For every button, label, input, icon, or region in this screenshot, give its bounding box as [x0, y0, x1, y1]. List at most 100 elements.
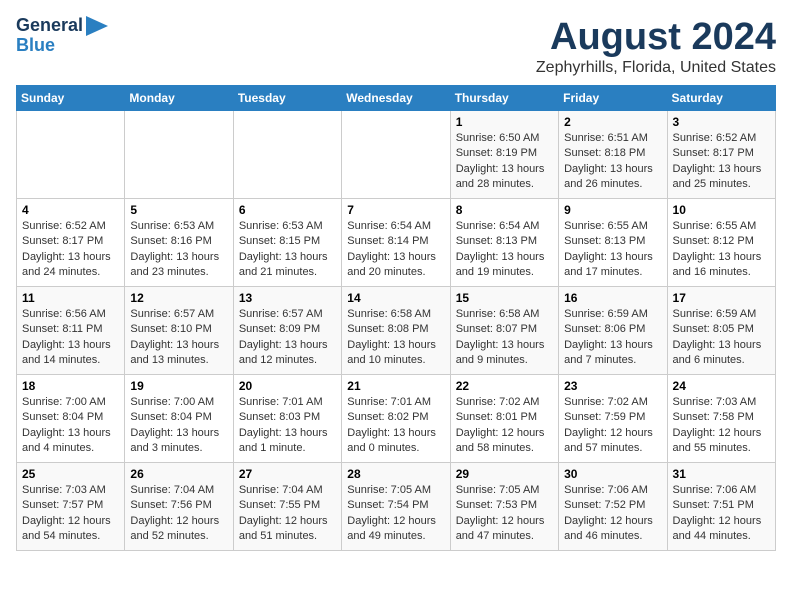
calendar-week-row: 11Sunrise: 6:56 AM Sunset: 8:11 PM Dayli…: [17, 287, 776, 375]
logo-text-block: General Blue: [16, 16, 108, 56]
calendar-cell: 11Sunrise: 6:56 AM Sunset: 8:11 PM Dayli…: [17, 287, 125, 375]
day-number: 24: [673, 379, 770, 393]
calendar-cell: [342, 111, 450, 199]
day-info: Sunrise: 7:04 AM Sunset: 7:56 PM Dayligh…: [130, 483, 227, 545]
day-number: 18: [22, 379, 119, 393]
day-info: Sunrise: 7:06 AM Sunset: 7:51 PM Dayligh…: [673, 483, 770, 545]
day-info: Sunrise: 6:52 AM Sunset: 8:17 PM Dayligh…: [22, 219, 119, 281]
day-number: 14: [347, 291, 444, 305]
calendar-cell: 1Sunrise: 6:50 AM Sunset: 8:19 PM Daylig…: [450, 111, 558, 199]
calendar-cell: 24 Sunrise: 7:03 AM Sunset: 7:58 PM Dayli…: [667, 375, 775, 463]
col-header-tuesday: Tuesday: [233, 86, 341, 111]
day-number: 15: [456, 291, 553, 305]
calendar-header-row: SundayMondayTuesdayWednesdayThursdayFrid…: [17, 86, 776, 111]
calendar-cell: 21 Sunrise: 7:01 AM Sunset: 8:02 PM Dayli…: [342, 375, 450, 463]
calendar-cell: 5 Sunrise: 6:53 AM Sunset: 8:16 PM Daylig…: [125, 199, 233, 287]
day-number: 6: [239, 203, 336, 217]
day-info: Sunrise: 7:05 AM Sunset: 7:53 PM Dayligh…: [456, 483, 553, 545]
day-number: 9: [564, 203, 661, 217]
calendar-cell: 14 Sunrise: 6:58 AM Sunset: 8:08 PM Dayli…: [342, 287, 450, 375]
calendar-cell: [17, 111, 125, 199]
page-title: August 2024: [536, 16, 776, 59]
day-info: Sunrise: 6:53 AM Sunset: 8:16 PM Dayligh…: [130, 219, 227, 281]
calendar-cell: 9 Sunrise: 6:55 AM Sunset: 8:13 PM Daylig…: [559, 199, 667, 287]
calendar-cell: 2 Sunrise: 6:51 AM Sunset: 8:18 PM Daylig…: [559, 111, 667, 199]
day-number: 20: [239, 379, 336, 393]
day-number: 13: [239, 291, 336, 305]
day-number: 2: [564, 115, 661, 129]
day-info: Sunrise: 7:05 AM Sunset: 7:54 PM Dayligh…: [347, 483, 444, 545]
calendar-cell: 18 Sunrise: 7:00 AM Sunset: 8:04 PM Dayli…: [17, 375, 125, 463]
day-info: Sunrise: 6:55 AM Sunset: 8:13 PM Dayligh…: [564, 219, 661, 281]
calendar-cell: 8Sunrise: 6:54 AM Sunset: 8:13 PM Daylig…: [450, 199, 558, 287]
calendar-cell: 25Sunrise: 7:03 AM Sunset: 7:57 PM Dayli…: [17, 463, 125, 551]
day-info: Sunrise: 6:58 AM Sunset: 8:07 PM Dayligh…: [456, 307, 553, 369]
day-info: Sunrise: 6:55 AM Sunset: 8:12 PM Dayligh…: [673, 219, 770, 281]
title-block: August 2024 Zephyrhills, Florida, United…: [536, 16, 776, 77]
calendar-cell: 31 Sunrise: 7:06 AM Sunset: 7:51 PM Dayli…: [667, 463, 775, 551]
day-info: Sunrise: 7:04 AM Sunset: 7:55 PM Dayligh…: [239, 483, 336, 545]
day-number: 16: [564, 291, 661, 305]
day-number: 21: [347, 379, 444, 393]
calendar-week-row: 18 Sunrise: 7:00 AM Sunset: 8:04 PM Dayli…: [17, 375, 776, 463]
day-number: 29: [456, 467, 553, 481]
day-number: 26: [130, 467, 227, 481]
day-number: 19: [130, 379, 227, 393]
calendar-table: SundayMondayTuesdayWednesdayThursdayFrid…: [16, 85, 776, 551]
calendar-cell: [233, 111, 341, 199]
page-subtitle: Zephyrhills, Florida, United States: [536, 59, 776, 77]
calendar-week-row: 1Sunrise: 6:50 AM Sunset: 8:19 PM Daylig…: [17, 111, 776, 199]
day-info: Sunrise: 6:54 AM Sunset: 8:14 PM Dayligh…: [347, 219, 444, 281]
day-info: Sunrise: 6:58 AM Sunset: 8:08 PM Dayligh…: [347, 307, 444, 369]
day-info: Sunrise: 6:50 AM Sunset: 8:19 PM Dayligh…: [456, 131, 553, 193]
day-number: 30: [564, 467, 661, 481]
col-header-friday: Friday: [559, 86, 667, 111]
calendar-cell: [125, 111, 233, 199]
day-info: Sunrise: 6:59 AM Sunset: 8:06 PM Dayligh…: [564, 307, 661, 369]
col-header-thursday: Thursday: [450, 86, 558, 111]
day-info: Sunrise: 7:02 AM Sunset: 7:59 PM Dayligh…: [564, 395, 661, 457]
calendar-week-row: 25Sunrise: 7:03 AM Sunset: 7:57 PM Dayli…: [17, 463, 776, 551]
day-number: 11: [22, 291, 119, 305]
day-info: Sunrise: 7:01 AM Sunset: 8:02 PM Dayligh…: [347, 395, 444, 457]
logo: General Blue: [16, 16, 108, 56]
calendar-cell: 12Sunrise: 6:57 AM Sunset: 8:10 PM Dayli…: [125, 287, 233, 375]
day-number: 27: [239, 467, 336, 481]
day-number: 10: [673, 203, 770, 217]
day-info: Sunrise: 6:57 AM Sunset: 8:09 PM Dayligh…: [239, 307, 336, 369]
day-info: Sunrise: 7:01 AM Sunset: 8:03 PM Dayligh…: [239, 395, 336, 457]
day-number: 7: [347, 203, 444, 217]
calendar-week-row: 4 Sunrise: 6:52 AM Sunset: 8:17 PM Daylig…: [17, 199, 776, 287]
calendar-cell: 15 Sunrise: 6:58 AM Sunset: 8:07 PM Dayli…: [450, 287, 558, 375]
calendar-cell: 10 Sunrise: 6:55 AM Sunset: 8:12 PM Dayli…: [667, 199, 775, 287]
col-header-monday: Monday: [125, 86, 233, 111]
day-number: 5: [130, 203, 227, 217]
day-info: Sunrise: 7:03 AM Sunset: 7:58 PM Dayligh…: [673, 395, 770, 457]
calendar-cell: 22Sunrise: 7:02 AM Sunset: 8:01 PM Dayli…: [450, 375, 558, 463]
calendar-cell: 23Sunrise: 7:02 AM Sunset: 7:59 PM Dayli…: [559, 375, 667, 463]
day-info: Sunrise: 6:59 AM Sunset: 8:05 PM Dayligh…: [673, 307, 770, 369]
day-info: Sunrise: 7:02 AM Sunset: 8:01 PM Dayligh…: [456, 395, 553, 457]
day-info: Sunrise: 7:00 AM Sunset: 8:04 PM Dayligh…: [130, 395, 227, 457]
calendar-cell: 17 Sunrise: 6:59 AM Sunset: 8:05 PM Dayli…: [667, 287, 775, 375]
day-number: 4: [22, 203, 119, 217]
calendar-cell: 20 Sunrise: 7:01 AM Sunset: 8:03 PM Dayli…: [233, 375, 341, 463]
col-header-wednesday: Wednesday: [342, 86, 450, 111]
day-info: Sunrise: 6:57 AM Sunset: 8:10 PM Dayligh…: [130, 307, 227, 369]
day-info: Sunrise: 7:06 AM Sunset: 7:52 PM Dayligh…: [564, 483, 661, 545]
page-header: General Blue August 2024 Zephyrhills, Fl…: [16, 16, 776, 77]
calendar-cell: 4 Sunrise: 6:52 AM Sunset: 8:17 PM Daylig…: [17, 199, 125, 287]
day-number: 17: [673, 291, 770, 305]
day-info: Sunrise: 7:00 AM Sunset: 8:04 PM Dayligh…: [22, 395, 119, 457]
day-info: Sunrise: 6:54 AM Sunset: 8:13 PM Dayligh…: [456, 219, 553, 281]
calendar-body: 1Sunrise: 6:50 AM Sunset: 8:19 PM Daylig…: [17, 111, 776, 551]
calendar-cell: 28 Sunrise: 7:05 AM Sunset: 7:54 PM Dayli…: [342, 463, 450, 551]
calendar-cell: 7 Sunrise: 6:54 AM Sunset: 8:14 PM Daylig…: [342, 199, 450, 287]
day-info: Sunrise: 6:51 AM Sunset: 8:18 PM Dayligh…: [564, 131, 661, 193]
day-number: 3: [673, 115, 770, 129]
calendar-cell: 30 Sunrise: 7:06 AM Sunset: 7:52 PM Dayli…: [559, 463, 667, 551]
day-number: 31: [673, 467, 770, 481]
calendar-cell: 26 Sunrise: 7:04 AM Sunset: 7:56 PM Dayli…: [125, 463, 233, 551]
day-number: 28: [347, 467, 444, 481]
calendar-cell: 16 Sunrise: 6:59 AM Sunset: 8:06 PM Dayli…: [559, 287, 667, 375]
